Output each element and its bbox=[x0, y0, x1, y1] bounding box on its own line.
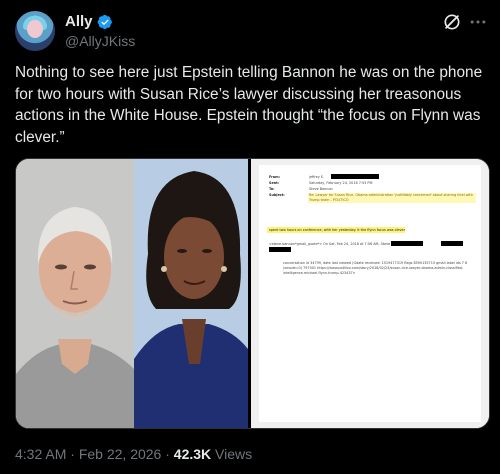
verified-badge-icon bbox=[97, 14, 112, 29]
more-options-icon[interactable] bbox=[468, 12, 488, 32]
redaction-bar bbox=[269, 247, 291, 252]
doc-to-row: To: Steve Bannon bbox=[269, 187, 333, 191]
avatar[interactable] bbox=[15, 11, 55, 51]
avatar-face bbox=[27, 20, 43, 38]
tweet-meta: 4:32 AM · Feb 22, 2026 · 42.3K Views bbox=[15, 446, 252, 462]
doc-to-label: To: bbox=[269, 187, 275, 191]
email-document-screenshot[interactable]: From: jeffrey E. Sent: Saturday, Februar… bbox=[248, 159, 489, 428]
tweet-time[interactable]: 4:32 AM bbox=[15, 446, 66, 462]
meta-separator: · bbox=[70, 446, 75, 462]
doc-from-value: jeffrey E. bbox=[309, 175, 325, 179]
tweet-text: Nothing to see here just Epstein telling… bbox=[15, 64, 483, 146]
rice-portrait-illustration bbox=[134, 159, 248, 428]
photo-jeffrey-epstein[interactable] bbox=[16, 159, 134, 428]
doc-subject-row: Subject: Re: Lawyer for Susan Rice, Obam… bbox=[269, 193, 473, 202]
doc-from-label: From: bbox=[269, 175, 280, 179]
tweet-media[interactable]: From: jeffrey E. Sent: Saturday, Februar… bbox=[15, 158, 490, 429]
views-count[interactable]: 42.3K bbox=[174, 446, 211, 462]
doc-from-row: From: jeffrey E. bbox=[269, 175, 324, 179]
redaction-bar bbox=[441, 241, 463, 246]
display-name-row: Ally bbox=[65, 12, 135, 31]
author-handle[interactable]: @AllyJKiss bbox=[65, 33, 135, 49]
meta-separator: · bbox=[165, 446, 170, 462]
doc-sent-label: Sent: bbox=[269, 181, 280, 185]
doc-subject-label: Subject: bbox=[269, 193, 285, 197]
photo-susan-rice[interactable] bbox=[134, 159, 248, 428]
doc-footer-line-3: intelligence-michael-flynn-trump-423437> bbox=[283, 271, 356, 275]
doc-footer-line-2: (smode=0) 797001 https://www.politico.co… bbox=[283, 266, 464, 270]
doc-subject-value: Re: Lawyer for Susan Rice, Obama adminis… bbox=[309, 193, 473, 202]
redaction-bar bbox=[331, 174, 379, 179]
doc-sent-row: Sent: Saturday, February 24, 2018 7:53 P… bbox=[269, 181, 372, 185]
views-label: Views bbox=[215, 446, 253, 462]
author-info: Ally @AllyJKiss bbox=[65, 12, 135, 49]
grok-icon[interactable] bbox=[442, 12, 462, 32]
tweet-header: Ally @AllyJKiss bbox=[15, 11, 488, 51]
document-page: From: jeffrey E. Sent: Saturday, Februar… bbox=[259, 165, 481, 422]
epstein-portrait-illustration bbox=[16, 159, 134, 428]
display-name[interactable]: Ally bbox=[65, 13, 93, 30]
doc-body-line: spent two hours on conference, with her … bbox=[269, 228, 405, 232]
doc-to-value: Steve Bannon bbox=[309, 187, 333, 191]
redaction-bar bbox=[391, 241, 423, 246]
tweet-date[interactable]: Feb 22, 2026 bbox=[79, 446, 162, 462]
doc-quote-line: <steve.bannon*gmail_quote*> On Sat, Feb … bbox=[269, 242, 405, 246]
doc-sent-value: Saturday, February 24, 2018 7:53 PM bbox=[309, 181, 373, 185]
doc-footer-line-1: conversation id 34799, date last viewed … bbox=[283, 261, 468, 265]
